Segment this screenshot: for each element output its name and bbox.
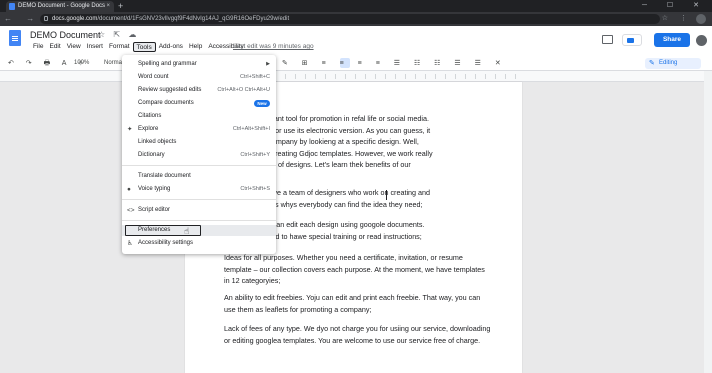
text-line: use them as leaflets for promoting a com…: [224, 304, 372, 314]
docs-header: DEMO Document ☆ ⇱ ☁ File Edit View Inser…: [0, 26, 712, 56]
new-tab-button[interactable]: +: [118, 0, 123, 12]
menu-item-spelling-grammar[interactable]: Spelling and grammar ▶: [122, 59, 276, 70]
share-button[interactable]: Share: [654, 33, 690, 47]
tools-menu: Spelling and grammar ▶ Word count Ctrl+S…: [122, 55, 276, 254]
browser-right-icons[interactable]: ☆ ⋮: [662, 13, 692, 25]
menu-item-preferences[interactable]: Preferences: [122, 225, 276, 236]
editing-mode-button[interactable]: Editing: [645, 58, 701, 69]
menu-item-word-count[interactable]: Word count Ctrl+Shift+C: [122, 72, 276, 83]
text-line: or editing googlea templates. You are we…: [224, 335, 481, 345]
last-edit-link[interactable]: Last edit was 9 minutes ago: [233, 43, 314, 50]
hand-cursor-icon: ☝: [184, 226, 190, 236]
text-line: in 12 categoryies;: [224, 276, 281, 285]
text-caret: [386, 190, 387, 200]
text-line: An ability to edit freebies. Yoju can ed…: [224, 293, 481, 302]
menu-insert[interactable]: Insert: [84, 42, 106, 52]
paragraph-5[interactable]: An ability to edit freebies. Yoju can ed…: [224, 292, 514, 315]
menu-tools[interactable]: Tools: [132, 42, 156, 52]
style-select[interactable]: Normal: [104, 60, 123, 66]
menu-item-voice-typing[interactable]: ● Voice typing Ctrl+Shift+S: [122, 184, 276, 195]
menu-item-translate-document[interactable]: Translate document: [122, 171, 276, 182]
menu-item-linked-objects[interactable]: Linked objects: [122, 137, 276, 148]
menu-item-dictionary[interactable]: Dictionary Ctrl+Shift+Y: [122, 150, 276, 161]
explore-icon: ✦: [127, 126, 133, 133]
submenu-arrow-icon: ▶: [266, 61, 270, 67]
menu-separator: [122, 199, 276, 200]
menu-edit[interactable]: Edit: [46, 42, 63, 52]
new-badge: New: [254, 100, 270, 107]
url-host: docs.google.com: [52, 16, 98, 22]
browser-profile-avatar[interactable]: [696, 14, 706, 24]
paragraph-4[interactable]: Ideas for all purposes. Whether you need…: [224, 252, 514, 287]
meet-icon[interactable]: [622, 34, 642, 46]
menu-addons[interactable]: Add-ons: [156, 42, 186, 52]
tab-title: DEMO Document - Google Docs: [18, 3, 106, 9]
side-panel-strip: [704, 71, 712, 373]
document-title[interactable]: DEMO Document: [30, 30, 101, 40]
text-line: template – our collection covers each pu…: [224, 264, 485, 274]
menu-file[interactable]: File: [30, 42, 46, 52]
zoom-select[interactable]: 100%: [74, 60, 89, 66]
menu-help[interactable]: Help: [186, 42, 205, 52]
menu-item-accessibility-settings[interactable]: ♿ Accessibility settings: [122, 238, 276, 249]
menu-item-script-editor[interactable]: <> Script editor: [122, 205, 276, 216]
comment-history-icon[interactable]: [602, 35, 613, 44]
window-controls[interactable]: ─ ☐ ✕: [642, 0, 708, 12]
tab-close-icon[interactable]: ×: [106, 1, 110, 12]
microphone-icon: ●: [127, 186, 131, 193]
menu-item-citations[interactable]: Citations: [122, 111, 276, 122]
account-avatar[interactable]: [696, 35, 707, 46]
header-actions: Share: [592, 26, 712, 56]
code-icon: <>: [127, 207, 135, 214]
browser-tab[interactable]: DEMO Document - Google Docs ×: [6, 1, 114, 12]
menu-format[interactable]: Format: [106, 42, 133, 52]
browser-titlebar: DEMO Document - Google Docs × + ─ ☐ ✕: [0, 0, 712, 12]
docs-logo-icon[interactable]: [9, 30, 21, 46]
title-icons[interactable]: ☆ ⇱ ☁: [98, 30, 139, 39]
toolbar-right-icons[interactable]: ✎ ⊞ ≡ ≡ ≡ ≡ ☰ ☷ ☷ ☰ ☰ ✕: [282, 59, 507, 67]
menu-item-compare-documents[interactable]: Compare documents New: [122, 98, 276, 109]
docs-favicon-icon: [9, 3, 15, 10]
paragraph-6[interactable]: Lack of fees of any type. We dyo not cha…: [224, 323, 514, 346]
menu-separator: [122, 165, 276, 166]
lock-icon: [44, 16, 48, 21]
menu-item-explore[interactable]: ✦ Explore Ctrl+Alt+Shift+I: [122, 124, 276, 135]
accessibility-icon: ♿: [127, 240, 133, 247]
formatting-toolbar: ↶ ↷ 🖶 A ⌖ 100% Normal ✎ ⊞ ≡ ≡ ≡ ≡ ☰ ☷ ☷ …: [0, 56, 712, 71]
ruler: [0, 71, 712, 82]
menu-separator: [122, 220, 276, 221]
menu-item-review-edits[interactable]: Review suggested edits Ctrl+Alt+O Ctrl+A…: [122, 85, 276, 96]
url-path: /document/d/1FsGNV23vlIvgqf9F4dNvIg14AJ_…: [97, 16, 290, 22]
menu-bar: File Edit View Insert Format Tools Add-o…: [30, 42, 247, 52]
address-bar[interactable]: docs.google.com/document/d/1FsGNV23vlIvg…: [40, 14, 660, 24]
text-line: Lack of fees of any type. We dyo not cha…: [224, 324, 491, 333]
menu-view[interactable]: View: [64, 42, 84, 52]
browser-toolbar: ← → ⟳ docs.google.com/document/d/1FsGNV2…: [0, 12, 712, 26]
